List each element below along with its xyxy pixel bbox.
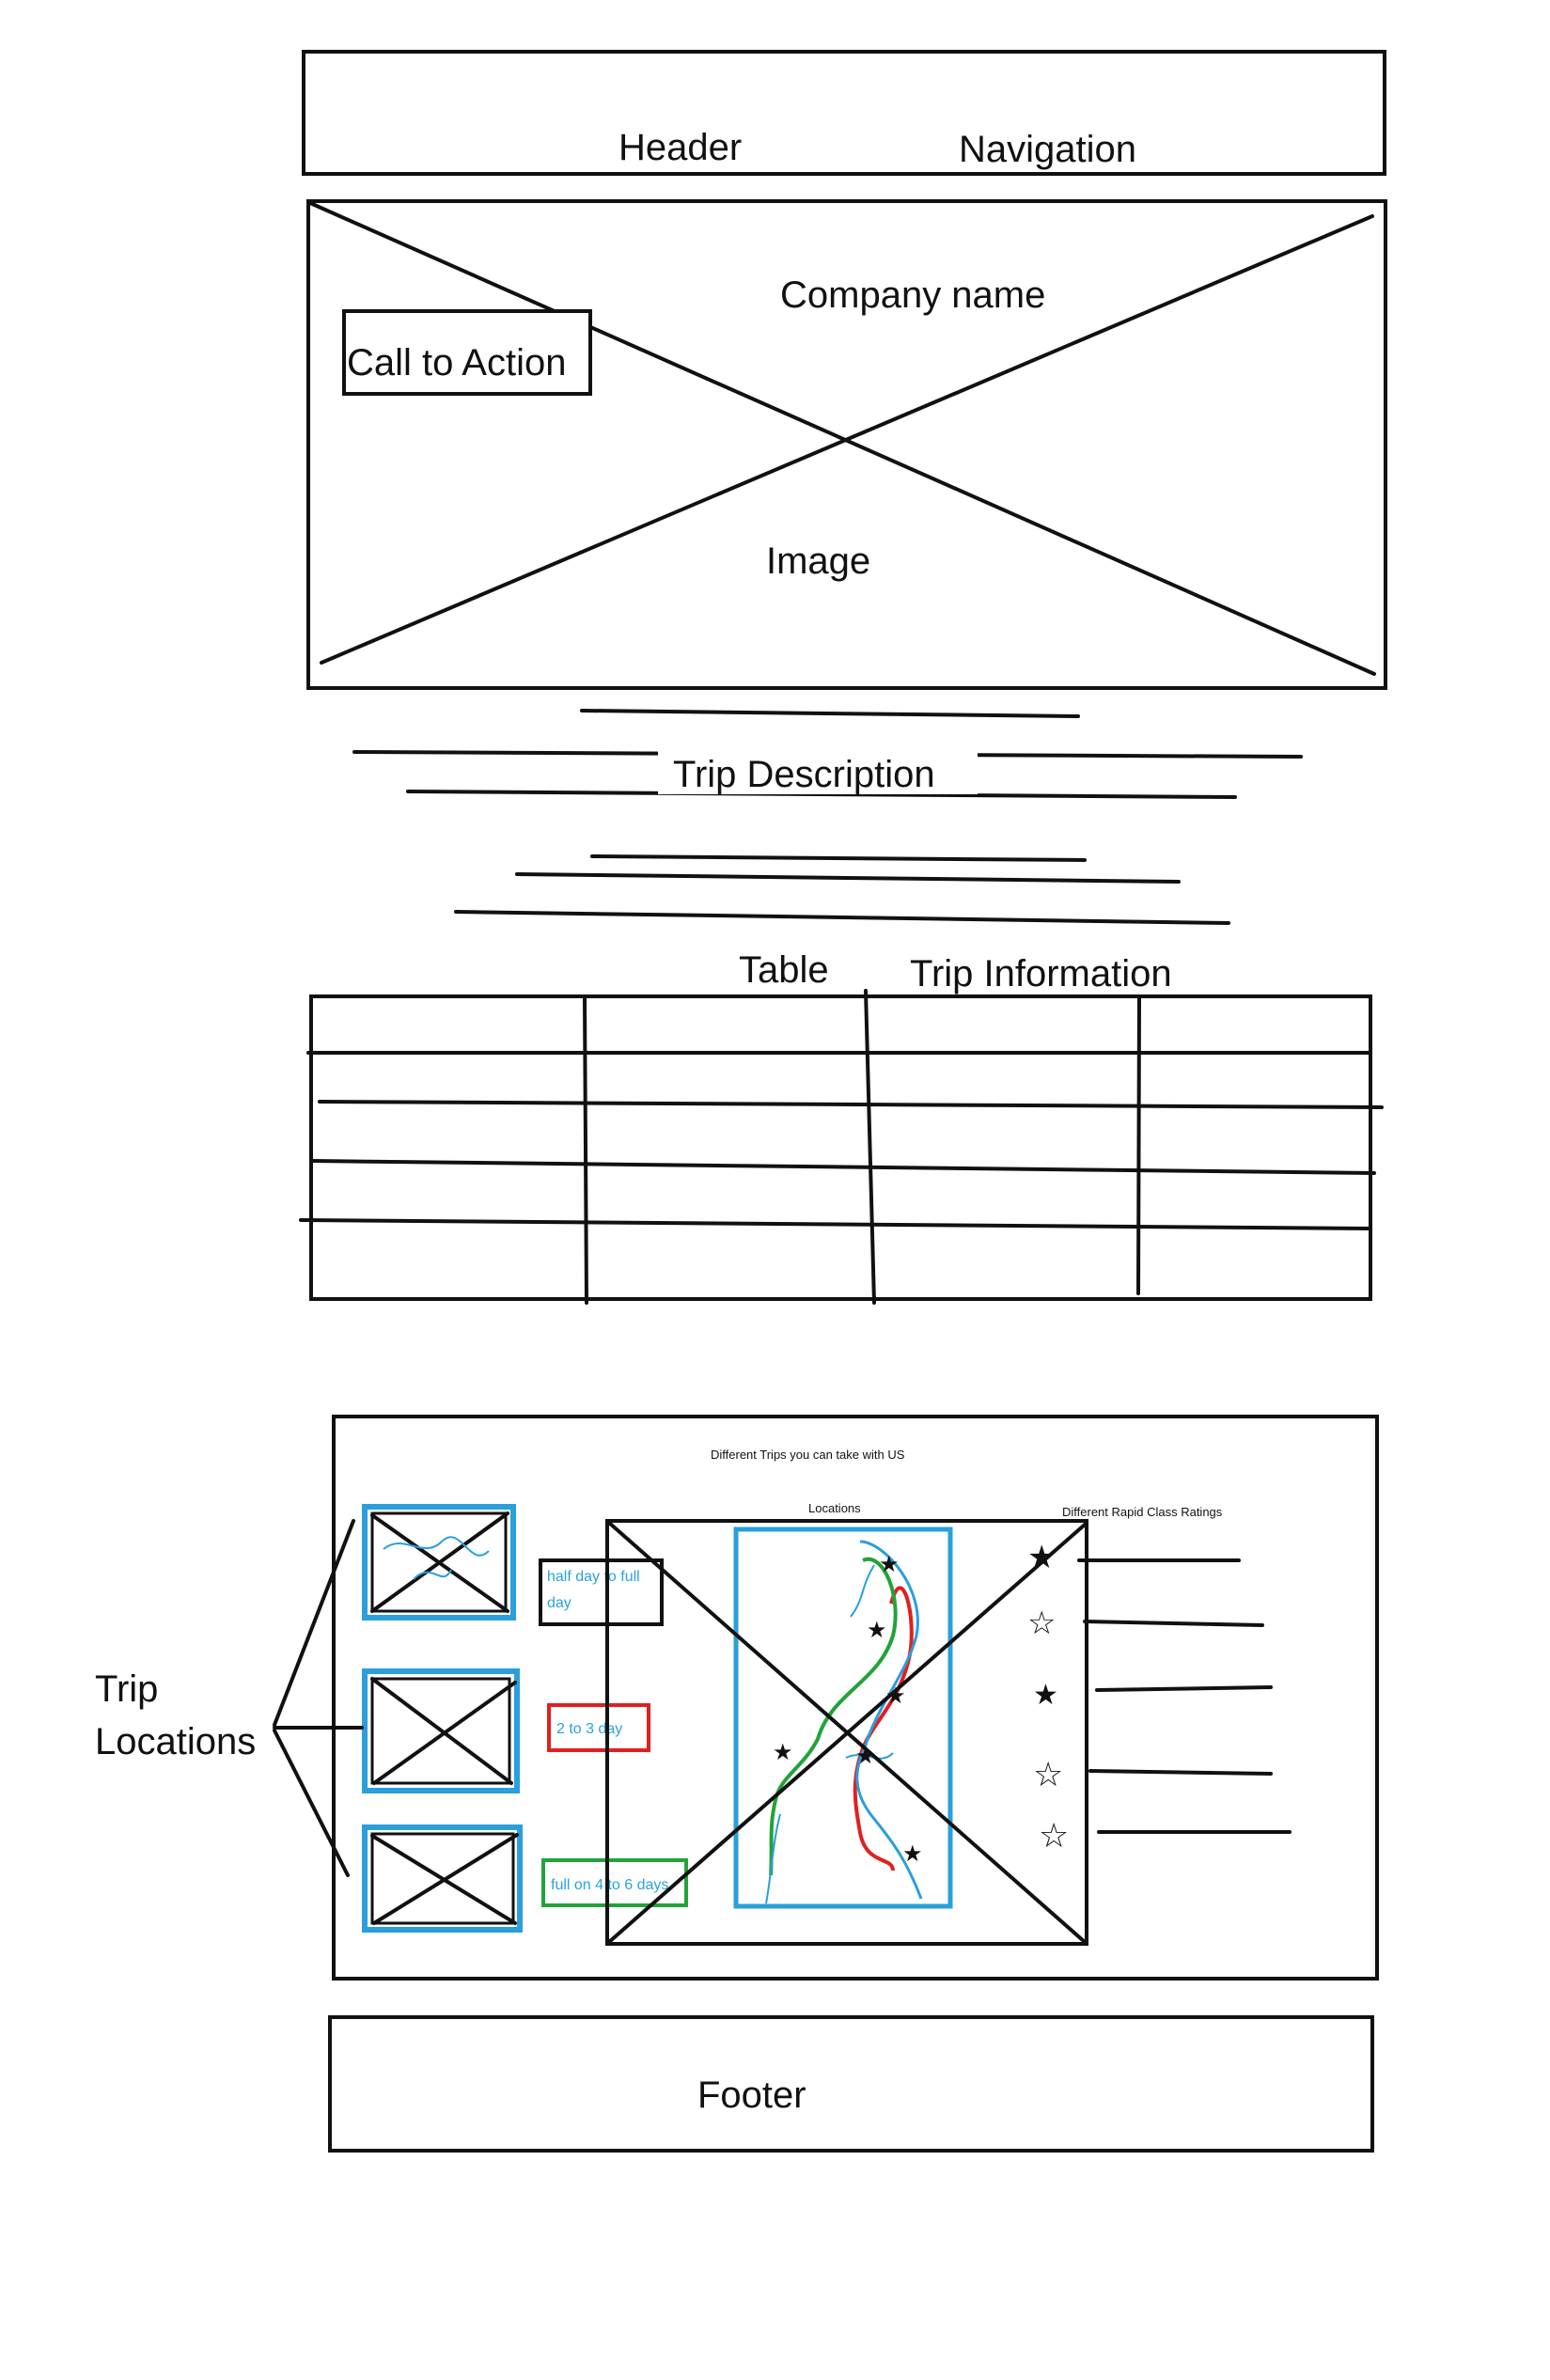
- header-box: Header Navigation: [302, 50, 1386, 176]
- duration-box-2[interactable]: 2 to 3 day: [547, 1703, 650, 1752]
- rating-star-4: ☆: [1033, 1755, 1063, 1793]
- location-star-5[interactable]: ★: [855, 1744, 876, 1769]
- svg-text:★: ★: [867, 1618, 887, 1643]
- footer-label: Footer: [697, 2075, 806, 2116]
- svg-text:★: ★: [902, 1841, 923, 1867]
- locations-label: Locations: [808, 1501, 861, 1515]
- rating-star-2: ☆: [1027, 1605, 1056, 1641]
- svg-text:☆: ☆: [1027, 1605, 1056, 1641]
- rating-star-5: ☆: [1039, 1816, 1069, 1855]
- duration-box-3[interactable]: full on 4 to 6 days: [541, 1858, 688, 1907]
- trip-thumbnail-3[interactable]: [362, 1824, 523, 1933]
- svg-text:☆: ☆: [1033, 1755, 1063, 1793]
- location-star-1[interactable]: ★: [879, 1552, 900, 1577]
- trip-locations-label-1: Trip: [95, 1668, 158, 1710]
- rating-star-1: ★: [1027, 1540, 1056, 1575]
- trip-info-table: Table Trip Information: [299, 949, 1384, 1305]
- table-title: Trip Information: [910, 953, 1172, 994]
- rapid-ratings: ★ ☆ ★ ☆ ☆: [1027, 1540, 1292, 1855]
- duration-label-3: full on 4 to 6 days: [551, 1877, 668, 1893]
- company-name: Company name: [780, 274, 1045, 316]
- duration-box-1[interactable]: half day to full day: [539, 1558, 664, 1626]
- trip-thumbnail-1[interactable]: [362, 1504, 516, 1621]
- hero-image-label: Image: [766, 540, 870, 582]
- header-label: Header: [618, 127, 742, 168]
- trip-description: Trip Description: [352, 709, 1303, 925]
- trip-locations-callout: Trip Locations: [95, 1519, 364, 1877]
- trips-title: Different Trips you can take with US: [711, 1448, 905, 1462]
- navigation-label[interactable]: Navigation: [959, 129, 1136, 170]
- duration-label-1b: day: [547, 1595, 571, 1611]
- ratings-label: Different Rapid Class Ratings: [1062, 1505, 1223, 1519]
- cta-button-label[interactable]: Call to Action: [347, 342, 566, 384]
- footer-box: Footer: [328, 2015, 1374, 2153]
- svg-text:★: ★: [879, 1552, 900, 1577]
- trip-description-label: Trip Description: [673, 754, 935, 795]
- trips-section: Different Trips you can take with US Loc…: [332, 1415, 1379, 1981]
- hero-section: Company name Call to Action Image: [306, 199, 1387, 690]
- trip-thumbnail-2[interactable]: [362, 1668, 520, 1793]
- location-star-6[interactable]: ★: [902, 1841, 923, 1867]
- svg-text:★: ★: [855, 1744, 876, 1769]
- svg-text:★: ★: [1033, 1680, 1058, 1711]
- duration-label-1: half day to full: [547, 1569, 640, 1585]
- location-star-3[interactable]: ★: [885, 1683, 906, 1709]
- location-star-4[interactable]: ★: [773, 1740, 793, 1765]
- location-star-2[interactable]: ★: [867, 1618, 887, 1643]
- svg-text:★: ★: [773, 1740, 793, 1765]
- svg-text:★: ★: [1027, 1540, 1056, 1575]
- rating-star-3: ★: [1033, 1680, 1058, 1711]
- svg-text:★: ★: [885, 1683, 906, 1709]
- locations-map[interactable]: ★ ★ ★ ★ ★ ★: [605, 1519, 1088, 1946]
- svg-text:☆: ☆: [1039, 1816, 1069, 1855]
- trip-locations-label-2: Locations: [95, 1721, 256, 1762]
- duration-label-2: 2 to 3 day: [556, 1721, 622, 1737]
- table-label: Table: [739, 949, 829, 991]
